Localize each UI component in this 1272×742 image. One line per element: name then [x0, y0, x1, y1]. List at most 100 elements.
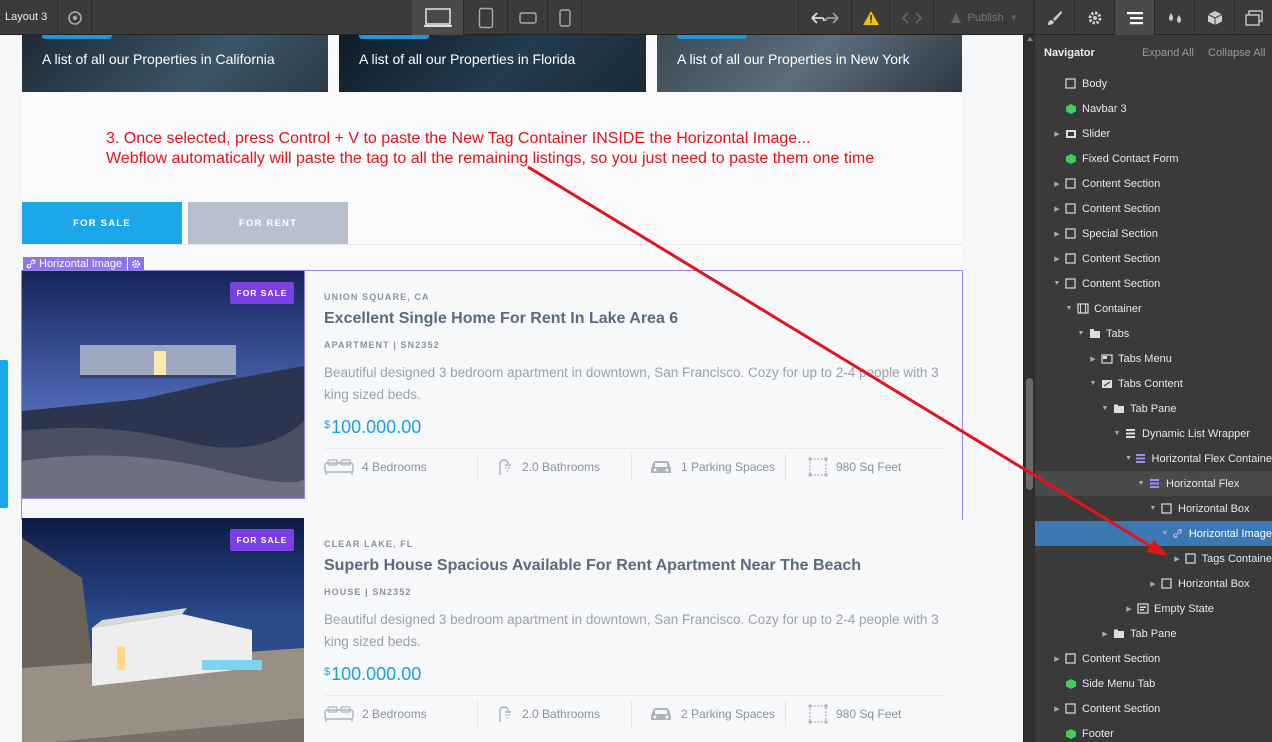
listing-title[interactable]: Superb House Spacious Available For Rent…	[324, 557, 861, 575]
tab-for-rent[interactable]: FOR RENT	[188, 202, 348, 244]
tablet-icon	[478, 7, 493, 28]
drops-icon	[1168, 12, 1181, 23]
nav-item-horizontal-flex[interactable]: ▼ Horizontal Flex	[1035, 471, 1272, 496]
caret-down-icon[interactable]: ▼	[1137, 480, 1145, 487]
preview-eye-button[interactable]	[58, 0, 92, 35]
box-icon	[1184, 553, 1197, 565]
listing-card[interactable]: FOR SALE UNION SQUARE, CA Excellent Sing…	[21, 270, 963, 520]
nav-item-content-section[interactable]: ▶ Content Section	[1035, 246, 1272, 271]
caret-down-icon[interactable]: ▼	[1161, 530, 1169, 537]
nav-item-navbar-3[interactable]: Navbar 3	[1035, 96, 1272, 121]
assets-panel-button[interactable]	[1194, 0, 1234, 35]
designer-canvas[interactable]: A list of all our Properties in Californ…	[0, 35, 1023, 742]
nav-item-label: Tabs Content	[1118, 377, 1183, 390]
bed-icon	[324, 459, 354, 475]
nav-item-horizontal-box[interactable]: ▼ Horizontal Box	[1035, 496, 1272, 521]
nav-item-tab-pane[interactable]: ▼ Tab Pane	[1035, 396, 1272, 421]
landscape-view-button[interactable]	[508, 0, 548, 35]
nav-item-footer[interactable]: Footer	[1035, 721, 1272, 742]
listing-card[interactable]: FOR SALE CLEAR LAKE, FL Superb House Spa…	[22, 518, 962, 742]
caret-right-icon[interactable]: ▶	[1125, 605, 1133, 613]
caret-right-icon[interactable]: ▶	[1053, 230, 1061, 238]
nav-item-fixed-contact-form[interactable]: Fixed Contact Form	[1035, 146, 1272, 171]
nav-item-content-section[interactable]: ▶ Content Section	[1035, 646, 1272, 671]
city-card-florida[interactable]: A list of all our Properties in Florida	[339, 35, 646, 92]
navigator-panel-button[interactable]	[1114, 0, 1154, 35]
page-selector[interactable]: Layout 3	[0, 0, 58, 35]
nav-item-side-menu-tab[interactable]: Side Menu Tab	[1035, 671, 1272, 696]
city-card-new-york[interactable]: A list of all our Properties in New York	[657, 35, 962, 92]
listing-price: $100.000.00	[324, 664, 421, 685]
listing-title[interactable]: Excellent Single Home For Rent In Lake A…	[324, 310, 678, 328]
nav-item-horizontal-box[interactable]: ▶ Horizontal Box	[1035, 571, 1272, 596]
element-settings-button[interactable]	[128, 257, 144, 271]
nav-item-container[interactable]: ▼ Container	[1035, 296, 1272, 321]
nav-item-content-section[interactable]: ▶ Content Section	[1035, 696, 1272, 721]
caret-down-icon[interactable]: ▼	[1125, 455, 1132, 462]
tabs-menu-icon	[1100, 353, 1113, 365]
caret-right-icon[interactable]: ▶	[1053, 130, 1061, 138]
undo-redo-buttons[interactable]	[798, 0, 852, 35]
caret-right-icon[interactable]: ▶	[1053, 255, 1061, 263]
listing-photo[interactable]: FOR SALE	[22, 518, 304, 742]
publish-label: Publish	[967, 11, 1004, 24]
warning-button[interactable]	[852, 0, 890, 35]
code-button[interactable]	[890, 0, 934, 35]
publish-button[interactable]: Publish ▼	[934, 0, 1034, 35]
cms-panel-button[interactable]	[1234, 0, 1272, 35]
caret-down-icon[interactable]: ▼	[1065, 305, 1073, 312]
nav-item-content-section[interactable]: ▶ Content Section	[1035, 196, 1272, 221]
caret-right-icon[interactable]: ▶	[1101, 630, 1109, 638]
nav-item-dynamic-list-wrapper[interactable]: ▼ Dynamic List Wrapper	[1035, 421, 1272, 446]
desktop-view-button[interactable]	[412, 0, 464, 35]
caret-right-icon[interactable]: ▶	[1149, 580, 1157, 588]
caret-right-icon[interactable]: ▶	[1053, 705, 1061, 713]
nav-item-tags-containe[interactable]: ▶ Tags Containe	[1035, 546, 1272, 571]
caret-right-icon[interactable]: ▶	[1053, 655, 1061, 663]
caret-down-icon[interactable]: ▼	[1101, 405, 1109, 412]
nav-item-content-section[interactable]: ▼ Content Section	[1035, 271, 1272, 296]
side-menu-tab[interactable]	[0, 360, 8, 508]
nav-item-special-section[interactable]: ▶ Special Section	[1035, 221, 1272, 246]
nav-item-empty-state[interactable]: ▶ Empty State	[1035, 596, 1272, 621]
expand-all-button[interactable]: Expand All	[1142, 47, 1194, 59]
nav-item-horizontal-image[interactable]: ▼ Horizontal Image	[1035, 521, 1272, 546]
caret-right-icon[interactable]: ▶	[1173, 555, 1181, 563]
phone-landscape-icon	[518, 11, 537, 24]
caret-down-icon[interactable]: ▼	[1149, 505, 1157, 512]
feature-separator	[631, 701, 632, 727]
caret-down-icon[interactable]: ▼	[1089, 380, 1097, 387]
nav-item-tabs-content[interactable]: ▼ Tabs Content	[1035, 371, 1272, 396]
caret-right-icon[interactable]: ▶	[1053, 205, 1061, 213]
interactions-panel-button[interactable]	[1154, 0, 1194, 35]
nav-item-label: Fixed Contact Form	[1082, 152, 1179, 165]
city-card-california[interactable]: A list of all our Properties in Californ…	[22, 35, 328, 92]
nav-item-body[interactable]: Body	[1035, 71, 1272, 96]
nav-item-tabs[interactable]: ▼ Tabs	[1035, 321, 1272, 346]
tablet-view-button[interactable]	[464, 0, 508, 35]
scroll-thumb[interactable]	[1026, 378, 1033, 490]
caret-right-icon[interactable]: ▶	[1053, 180, 1061, 188]
selected-element-label[interactable]: Horizontal Image	[23, 257, 128, 271]
tabs-icon	[1088, 328, 1101, 340]
collapse-all-button[interactable]: Collapse All	[1208, 47, 1265, 59]
settings-panel-button[interactable]	[1074, 0, 1114, 35]
listing-photo[interactable]: FOR SALE	[22, 271, 304, 498]
nav-item-label: Special Section	[1082, 227, 1158, 240]
style-panel-button[interactable]	[1034, 0, 1074, 35]
caret-down-icon[interactable]: ▼	[1053, 280, 1061, 287]
caret-down-icon[interactable]: ▼	[1113, 430, 1121, 437]
canvas-scrollbar[interactable]	[1023, 35, 1035, 742]
portrait-view-button[interactable]	[548, 0, 582, 35]
caret-right-icon[interactable]: ▶	[1089, 355, 1097, 363]
nav-item-horizontal-flex-containe[interactable]: ▼ Horizontal Flex Containe	[1035, 446, 1272, 471]
caret-down-icon[interactable]: ▼	[1077, 330, 1085, 337]
car-icon	[651, 708, 671, 720]
tab-pane-icon	[1112, 403, 1125, 415]
nav-item-content-section[interactable]: ▶ Content Section	[1035, 171, 1272, 196]
scroll-up-icon[interactable]	[1027, 37, 1033, 41]
tab-for-sale[interactable]: FOR SALE	[22, 202, 182, 244]
nav-item-slider[interactable]: ▶ Slider	[1035, 121, 1272, 146]
nav-item-tabs-menu[interactable]: ▶ Tabs Menu	[1035, 346, 1272, 371]
nav-item-tab-pane[interactable]: ▶ Tab Pane	[1035, 621, 1272, 646]
